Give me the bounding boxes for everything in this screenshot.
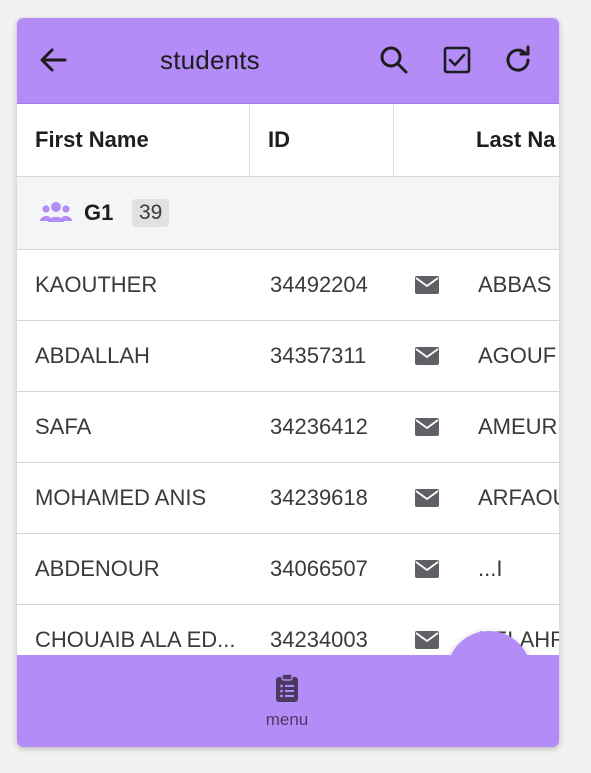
table-row[interactable]: MOHAMED ANIS 34239618 ARFAOU [17,463,559,534]
id-cell: 34236412 [270,414,368,439]
last-name-cell: AMEUR [478,414,558,439]
first-name-cell: CHOUAIB ALA ED... [35,627,236,652]
first-name-cell: ABDENOUR [35,556,160,581]
top-app-bar: students [17,18,559,104]
bottom-nav-bar: menu [17,655,559,747]
refresh-icon[interactable] [498,40,538,80]
column-divider [393,104,394,176]
users-icon [40,201,72,230]
first-name-cell: ABDALLAH [35,343,150,368]
arrow-left-icon[interactable] [33,40,73,80]
group-name: G1 [84,200,114,225]
table-row[interactable]: ABDENOUR 34066507 ...I [17,534,559,605]
envelope-icon[interactable] [415,560,439,578]
first-name-cell: KAOUTHER [35,272,158,297]
first-name-cell: SAFA [35,414,92,439]
last-name-cell: AGOUF [478,343,557,368]
table-header: First Name ID Last Na [17,104,559,177]
id-cell: 34492204 [270,272,368,297]
bottom-nav-item-menu[interactable]: menu [237,673,337,733]
table-row[interactable]: ABDALLAH 34357311 AGOUF [17,321,559,392]
first-name-cell: MOHAMED ANIS [35,485,207,510]
last-name-cell: ABBAS [478,272,552,297]
envelope-icon[interactable] [415,489,439,507]
column-header-last-name[interactable]: Last Na [476,104,555,176]
envelope-icon[interactable] [415,631,439,649]
checkbox-icon[interactable] [437,40,477,80]
id-cell: 34357311 [270,343,367,368]
bottom-nav-label: menu [265,710,309,729]
table-row[interactable]: KAOUTHER 34492204 ABBAS [17,250,559,321]
clipboard-list-icon [275,673,299,708]
column-header-id[interactable]: ID [268,104,290,176]
envelope-icon[interactable] [415,418,439,436]
last-name-cell: ...I [478,556,503,581]
app-window: students First Name ID Last Na G1 39 KAO… [17,18,559,747]
last-name-cell: ARFAOU [478,485,559,510]
page-title: students [160,45,260,75]
search-icon[interactable] [374,40,414,80]
envelope-icon[interactable] [415,347,439,365]
table-row[interactable]: SAFA 34236412 AMEUR [17,392,559,463]
id-cell: 34066507 [270,556,368,581]
group-row[interactable]: G1 39 [17,177,559,250]
id-cell: 34234003 [270,627,368,652]
envelope-icon[interactable] [415,276,439,294]
id-cell: 34239618 [270,485,368,510]
column-header-first-name[interactable]: First Name [35,104,149,176]
column-divider [249,104,250,176]
students-table: First Name ID Last Na G1 39 KAOUTHER 344… [17,104,559,655]
group-count-badge: 39 [132,199,170,227]
